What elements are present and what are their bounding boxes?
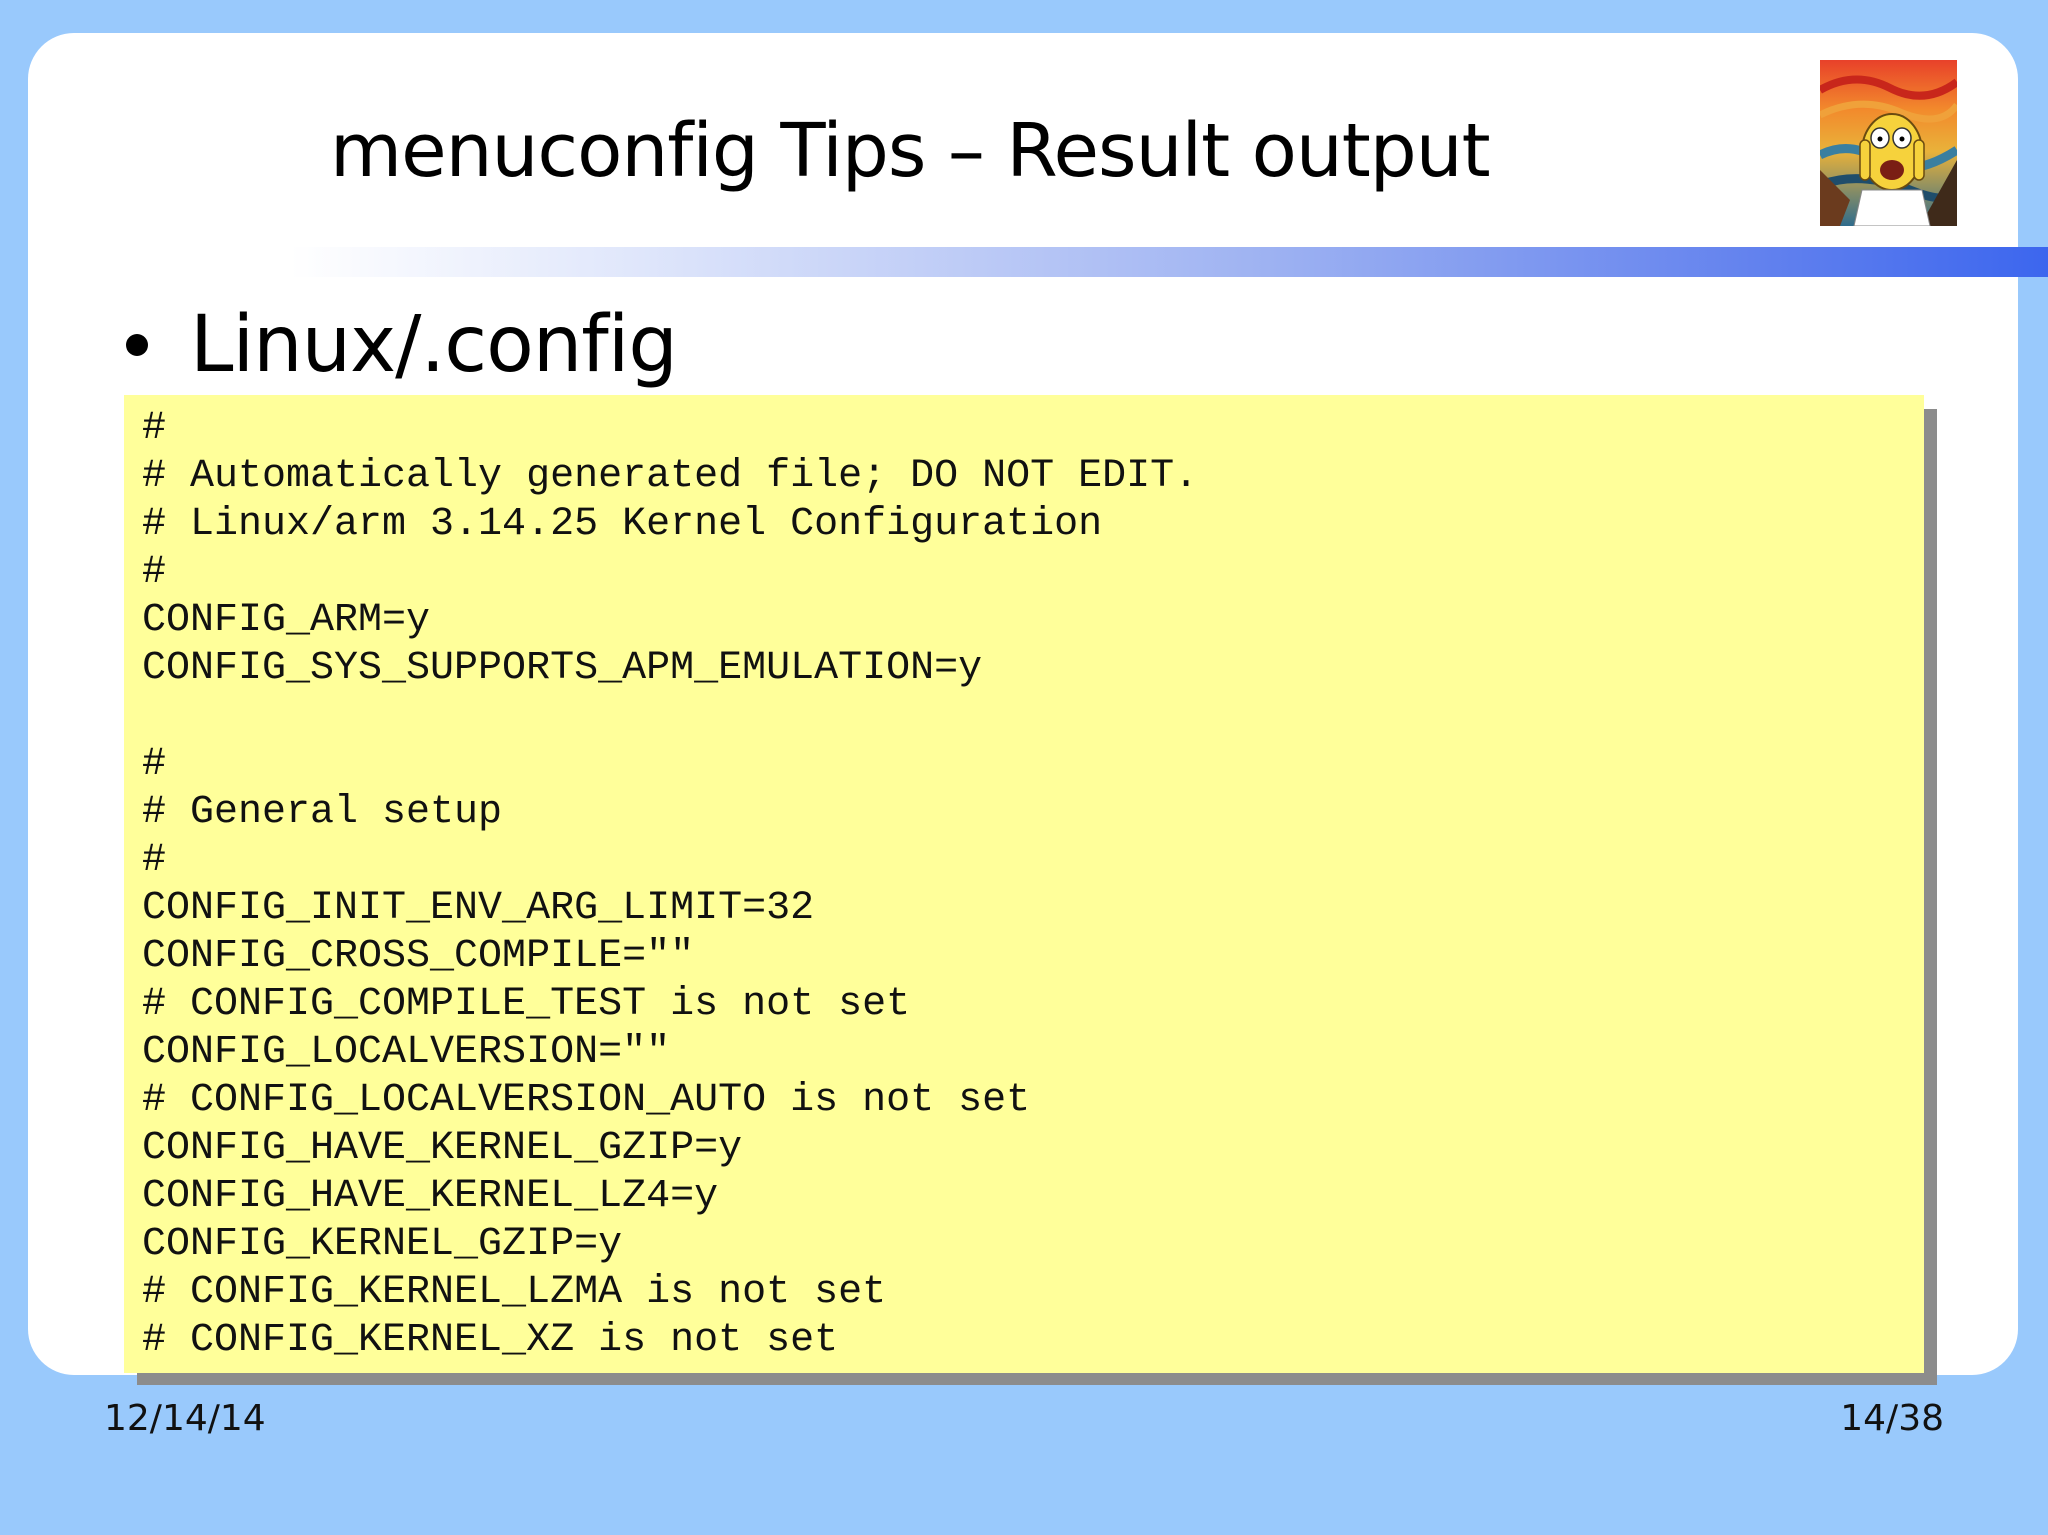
bullet-text: Linux/.config <box>190 300 678 390</box>
code-lines: # # Automatically generated file; DO NOT… <box>142 405 1198 1365</box>
code-line: CONFIG_SYS_SUPPORTS_APM_EMULATION=y <box>142 646 983 691</box>
code-block: # # Automatically generated file; DO NOT… <box>124 395 1924 1373</box>
bullet-item: Linux/.config <box>120 290 678 400</box>
bullet-icon <box>126 334 148 356</box>
scream-painting-cartoon-icon <box>1820 60 1957 226</box>
slide-title: menuconfig Tips – Result output <box>330 108 1491 194</box>
code-line: # Automatically generated file; DO NOT E… <box>142 454 1199 499</box>
code-line: CONFIG_LOCALVERSION="" <box>142 1030 671 1075</box>
code-line: # Linux/arm 3.14.25 Kernel Configuration <box>142 502 1103 547</box>
code-line: # CONFIG_COMPILE_TEST is not set <box>142 982 911 1027</box>
slide: menuconfig Tips – Result output Linux/.c… <box>0 0 2048 1535</box>
code-line: # <box>142 838 167 883</box>
footer-date: 12/14/14 <box>104 1398 266 1439</box>
code-line: CONFIG_KERNEL_GZIP=y <box>142 1222 623 1267</box>
code-line: # CONFIG_KERNEL_XZ is not set <box>142 1318 839 1363</box>
code-line: # CONFIG_KERNEL_LZMA is not set <box>142 1270 887 1315</box>
code-line: # <box>142 406 167 451</box>
title-divider <box>290 247 2048 277</box>
code-line: CONFIG_CROSS_COMPILE="" <box>142 934 695 979</box>
code-line: CONFIG_ARM=y <box>142 598 431 643</box>
code-line: # CONFIG_LOCALVERSION_AUTO is not set <box>142 1078 1031 1123</box>
code-line: # <box>142 550 167 595</box>
code-line: CONFIG_INIT_ENV_ARG_LIMIT=32 <box>142 886 815 931</box>
code-line: # <box>142 742 167 787</box>
code-line: CONFIG_HAVE_KERNEL_GZIP=y <box>142 1126 743 1171</box>
footer-page-number: 14/38 <box>1840 1398 1944 1439</box>
code-line: CONFIG_HAVE_KERNEL_LZ4=y <box>142 1174 719 1219</box>
code-line: # General setup <box>142 790 503 835</box>
